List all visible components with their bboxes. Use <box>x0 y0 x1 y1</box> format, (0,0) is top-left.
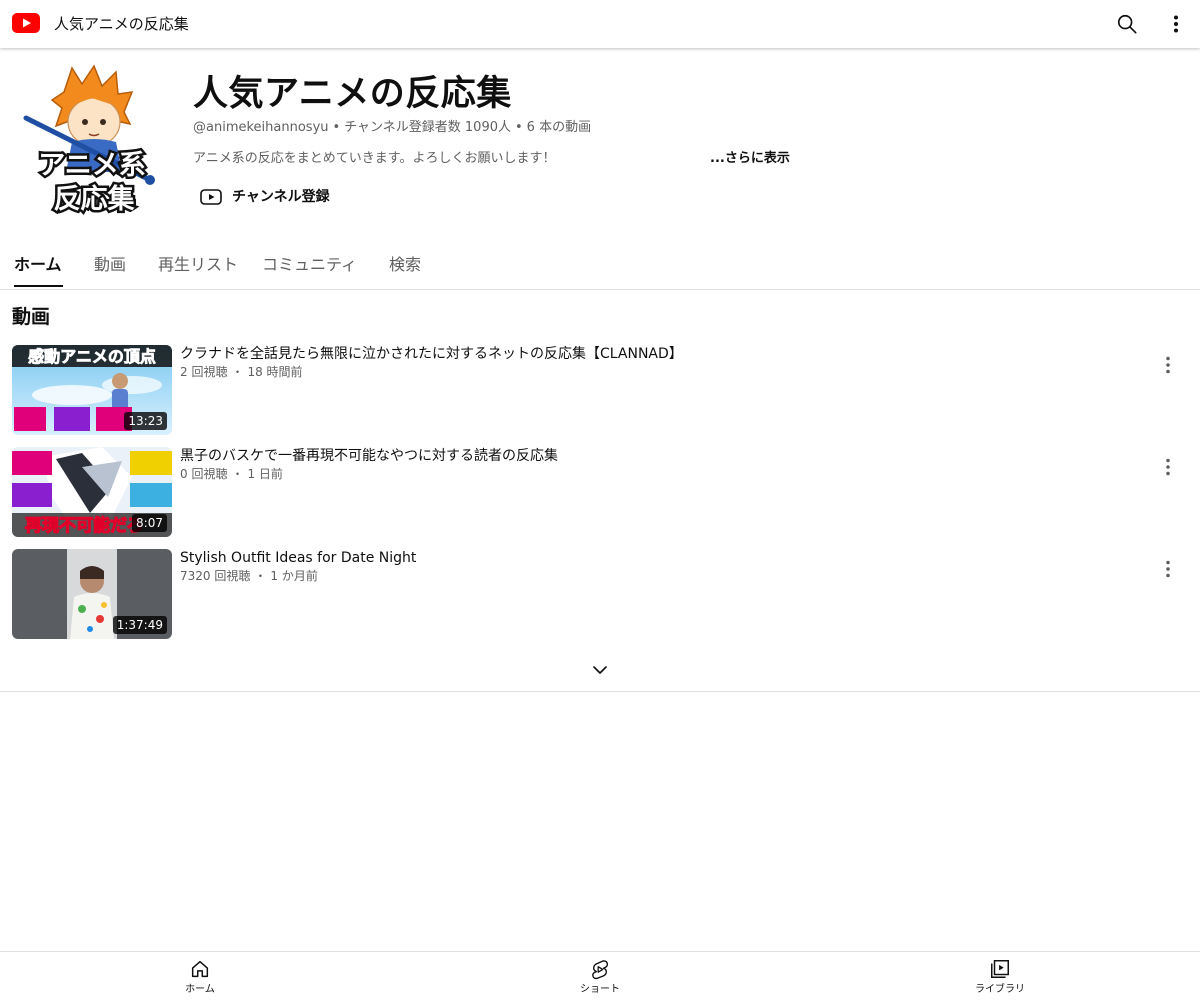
meta-separator: • <box>515 120 523 135</box>
upload-age: 1 か月前 <box>270 569 318 583</box>
thumbnail-text: 感動アニメの頂点 <box>28 347 156 366</box>
video-item[interactable]: 再現不可能だろ 8:07 黒子のバスケで一番再現不可能なやつに対する読者の反応集… <box>12 447 1188 537</box>
video-item[interactable]: 1:37:49 Stylish Outfit Ideas for Date Ni… <box>12 549 1188 639</box>
more-vertical-icon[interactable] <box>1158 355 1178 375</box>
tab-playlists[interactable]: 再生リスト <box>158 254 238 276</box>
subscribe-button[interactable]: チャンネル登録 <box>200 184 330 210</box>
nav-label: ライブラリ <box>975 984 1025 995</box>
video-title[interactable]: Stylish Outfit Ideas for Date Night <box>180 549 416 567</box>
nav-label: ショート <box>580 984 620 995</box>
video-duration: 8:07 <box>132 514 167 532</box>
meta-separator: ・ <box>254 569 267 583</box>
subscribe-label: チャンネル登録 <box>232 189 330 205</box>
video-thumbnail[interactable]: 感動アニメの頂点 13:23 <box>12 345 172 435</box>
nav-item-library[interactable]: ライブラリ <box>960 958 1040 997</box>
avatar-text-line1: アニメ系 <box>38 150 145 181</box>
channel-handle: @animekeihannosyu <box>193 120 329 135</box>
section-title: 動画 <box>12 306 51 328</box>
home-icon <box>191 960 209 978</box>
channel-description: アニメ系の反応をまとめていきます。よろしくお願いします！ <box>193 151 556 166</box>
channel-avatar[interactable]: アニメ系 反応集 <box>12 62 172 222</box>
tab-videos[interactable]: 動画 <box>94 254 126 276</box>
upload-age: 1 日前 <box>247 467 283 481</box>
chevron-down-icon[interactable] <box>590 660 610 680</box>
avatar-text-line2: 反応集 <box>54 183 136 215</box>
view-count: 7320 回視聴 <box>180 569 251 583</box>
bottom-navigation: ホーム ショート ライブラリ <box>0 951 1200 1000</box>
meta-separator: • <box>332 120 341 135</box>
more-vertical-icon[interactable] <box>1158 457 1178 477</box>
view-count: 2 回視聴 <box>180 365 228 379</box>
youtube-subscribe-icon <box>200 189 222 205</box>
nav-item-shorts[interactable]: ショート <box>560 958 640 997</box>
video-title[interactable]: クラナドを全話見たら無限に泣かされたに対するネットの反応集【CLANNAD】 <box>180 345 683 363</box>
youtube-logo-icon[interactable] <box>12 13 40 33</box>
video-count: 6 本の動画 <box>526 120 592 135</box>
library-icon <box>991 960 1009 978</box>
meta-separator: ・ <box>231 365 244 379</box>
tab-home[interactable]: ホーム <box>14 254 62 276</box>
video-meta: 2 回視聴・ 18 時間前 <box>180 364 303 380</box>
subscriber-count: チャンネル登録者数 1090人 <box>344 120 511 135</box>
shorts-icon <box>592 960 609 980</box>
video-thumbnail[interactable]: 再現不可能だろ 8:07 <box>12 447 172 537</box>
video-item[interactable]: 感動アニメの頂点 13:23 クラナドを全話見たら無限に泣かされたに対するネット… <box>12 345 1188 435</box>
thumbnail-text: 再現不可能だろ <box>25 515 143 536</box>
more-vertical-icon[interactable] <box>1158 559 1178 579</box>
video-meta: 7320 回視聴・ 1 か月前 <box>180 568 318 584</box>
nav-item-home[interactable]: ホーム <box>160 958 240 997</box>
meta-separator: ・ <box>231 467 244 481</box>
channel-tabs: ホーム 動画 再生リスト コミュニティ 検索 <box>0 244 1200 290</box>
avatar-image: アニメ系 反応集 <box>12 62 172 222</box>
channel-name: 人気アニメの反応集 <box>193 74 512 114</box>
show-more-link[interactable]: ...さらに表示 <box>710 150 790 168</box>
view-count: 0 回視聴 <box>180 467 228 481</box>
top-app-bar: 人気アニメの反応集 <box>0 0 1200 48</box>
tab-community[interactable]: コミュニティ <box>262 254 357 276</box>
video-duration: 1:37:49 <box>112 616 167 634</box>
video-thumbnail[interactable]: 1:37:49 <box>12 549 172 639</box>
nav-label: ホーム <box>185 984 215 995</box>
video-title[interactable]: 黒子のバスケで一番再現不可能なやつに対する読者の反応集 <box>180 447 558 465</box>
tab-search[interactable]: 検索 <box>389 254 421 276</box>
active-tab-indicator <box>14 285 63 287</box>
video-duration: 13:23 <box>124 412 167 430</box>
more-vertical-icon[interactable] <box>1166 14 1186 34</box>
video-meta: 0 回視聴・ 1 日前 <box>180 466 283 482</box>
section-divider <box>0 691 1200 692</box>
search-icon[interactable] <box>1116 13 1138 35</box>
upload-age: 18 時間前 <box>247 365 303 379</box>
channel-meta: @animekeihannosyu • チャンネル登録者数 1090人 • 6 … <box>193 119 591 137</box>
app-title: 人気アニメの反応集 <box>54 15 189 33</box>
